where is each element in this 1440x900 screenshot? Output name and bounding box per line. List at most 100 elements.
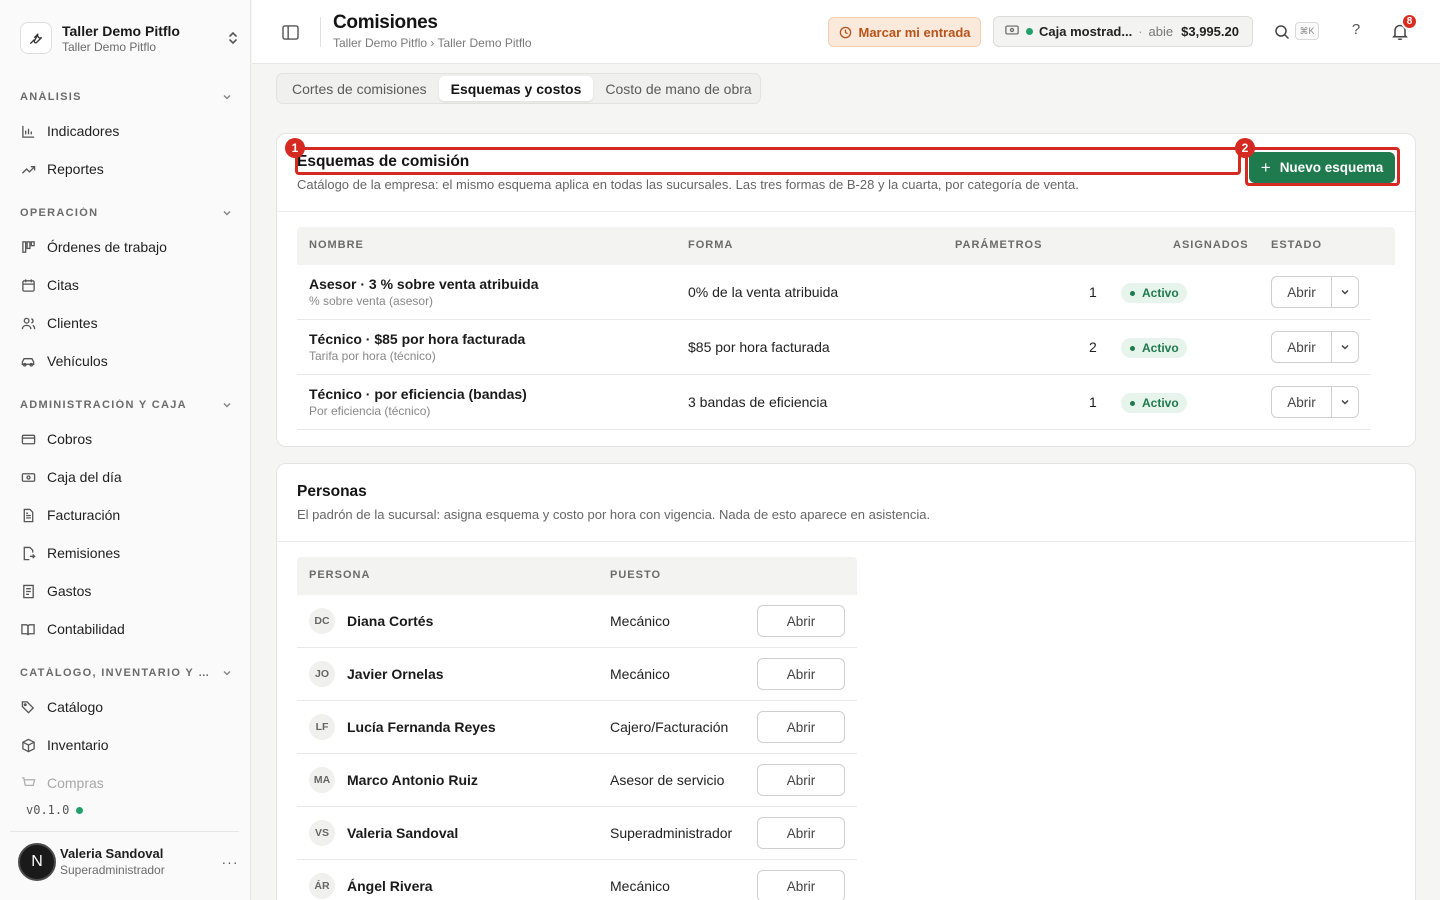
people-title: Personas <box>297 483 367 500</box>
open-button[interactable]: Abrir <box>757 817 845 849</box>
avatar: N <box>18 843 56 881</box>
person-name: Marco Antonio Ruiz <box>347 772 478 788</box>
shortcut-hint: ⌘K <box>1295 22 1319 40</box>
shopping-cart-icon <box>20 775 36 791</box>
sidebar-item-clientes[interactable]: Clientes <box>20 309 232 337</box>
bar-chart-icon <box>20 123 36 139</box>
section-header-operacion[interactable]: OPERACIÓN <box>20 205 232 221</box>
sidebar-item-catalogo[interactable]: Catálogo <box>20 693 232 721</box>
credit-card-icon <box>20 431 36 447</box>
open-button[interactable]: Abrir <box>1272 387 1332 417</box>
scheme-assigned: 1 <box>1089 394 1097 410</box>
sidebar-item-inventario[interactable]: Inventario <box>20 731 232 759</box>
schemes-table: NOMBRE FORMA PARÁMETROS ASIGNADOS ESTADO… <box>297 227 1395 431</box>
sidebar: Taller Demo Pitflo Taller Demo Pitflo AN… <box>0 0 251 900</box>
person-role: Mecánico <box>610 666 670 682</box>
people-card: Personas El padrón de la sucursal: asign… <box>276 463 1416 900</box>
col-persona: PERSONA <box>309 569 371 581</box>
open-split-button[interactable]: Abrir <box>1271 276 1359 308</box>
open-button[interactable]: Abrir <box>1272 277 1332 307</box>
receipt-icon <box>20 583 36 599</box>
chevrons-up-down-icon <box>226 28 240 48</box>
open-button[interactable]: Abrir <box>1272 332 1332 362</box>
tab-esquemas[interactable]: Esquemas y costos <box>438 76 594 101</box>
search-icon[interactable] <box>1272 22 1292 42</box>
marker-2: 2 <box>1235 138 1255 158</box>
sidebar-item-reportes[interactable]: Reportes <box>20 155 232 183</box>
tab-bar: Cortes de comisiones Esquemas y costos C… <box>276 73 761 104</box>
tab-cortes[interactable]: Cortes de comisiones <box>280 76 439 101</box>
trending-up-icon <box>20 161 36 177</box>
chevron-down-icon <box>223 670 231 676</box>
book-open-icon <box>20 621 36 637</box>
sidebar-item-vehiculos[interactable]: Vehículos <box>20 347 232 375</box>
scheme-assigned: 2 <box>1089 339 1097 355</box>
sidebar-item-indicadores[interactable]: Indicadores <box>20 117 232 145</box>
file-text-icon <box>20 507 36 523</box>
sidebar-item-gastos[interactable]: Gastos <box>20 577 232 605</box>
cash-register-selector[interactable]: Caja mostrad... · abie $3,995.20 <box>993 16 1253 47</box>
avatar: MA <box>309 767 335 793</box>
open-button[interactable]: Abrir <box>757 605 845 637</box>
divider <box>277 541 1415 542</box>
table-row: Asesor · 3 % sobre venta atribuida % sob… <box>297 265 1371 320</box>
table-header: PERSONA PUESTO <box>297 557 857 595</box>
tab-costo-mano-obra[interactable]: Costo de mano de obra <box>593 76 763 101</box>
org-switcher[interactable]: Taller Demo Pitflo Taller Demo Pitflo <box>20 18 240 58</box>
notification-count-badge: 8 <box>1401 13 1418 30</box>
status-badge: Activo <box>1121 283 1187 303</box>
open-split-button[interactable]: Abrir <box>1271 331 1359 363</box>
table-header: NOMBRE FORMA PARÁMETROS ASIGNADOS ESTADO <box>297 227 1395 265</box>
scheme-type: % sobre venta (asesor) <box>309 294 434 308</box>
org-name: Taller Demo Pitflo <box>62 22 180 39</box>
col-asignados: ASIGNADOS <box>1173 239 1249 251</box>
sidebar-toggle-icon[interactable] <box>281 23 299 41</box>
person-role: Cajero/Facturación <box>610 719 729 735</box>
open-button[interactable]: Abrir <box>757 711 845 743</box>
chevron-down-icon <box>223 94 231 100</box>
sidebar-item-citas[interactable]: Citas <box>20 271 232 299</box>
open-button[interactable]: Abrir <box>757 764 845 796</box>
avatar: DC <box>309 608 335 634</box>
table-row: LF Lucía Fernanda Reyes Cajero/Facturaci… <box>297 701 857 754</box>
sidebar-item-facturacion[interactable]: Facturación <box>20 501 232 529</box>
scheme-name: Técnico · $85 por hora facturada <box>309 331 526 347</box>
table-row: DC Diana Cortés Mecánico Abrir <box>297 595 857 648</box>
banknote-icon <box>1005 24 1019 39</box>
sidebar-item-compras[interactable]: Compras <box>20 769 232 797</box>
scheme-name: Técnico · por eficiencia (bandas) <box>309 386 527 402</box>
sidebar-item-cobros[interactable]: Cobros <box>20 425 232 453</box>
col-puesto: PUESTO <box>610 569 662 581</box>
divider <box>10 831 239 832</box>
open-split-button[interactable]: Abrir <box>1271 386 1359 418</box>
scheme-type: Por eficiencia (técnico) <box>309 404 431 418</box>
file-export-icon <box>20 545 36 561</box>
open-button[interactable]: Abrir <box>757 658 845 690</box>
highlight-box-1 <box>295 147 1241 175</box>
car-icon <box>20 353 36 369</box>
chevron-down-icon[interactable] <box>1332 277 1358 307</box>
chevron-down-icon[interactable] <box>1332 387 1358 417</box>
table-row: ÁR Ángel Rivera Mecánico Abrir <box>297 860 857 900</box>
more-icon[interactable]: ··· <box>220 854 240 870</box>
status-badge: Activo <box>1121 338 1187 358</box>
package-icon <box>20 737 36 753</box>
section-header-administracion[interactable]: ADMINISTRACIÓN Y CAJA <box>20 397 232 413</box>
sidebar-item-caja[interactable]: Caja del día <box>20 463 232 491</box>
help-icon[interactable]: ? <box>1346 21 1366 41</box>
open-button[interactable]: Abrir <box>757 870 845 900</box>
chevron-down-icon[interactable] <box>1332 332 1358 362</box>
org-branch: Taller Demo Pitflo <box>62 39 157 54</box>
sidebar-item-remisiones[interactable]: Remisiones <box>20 539 232 567</box>
sidebar-item-ordenes[interactable]: Órdenes de trabajo <box>20 233 232 261</box>
section-header-catalogo[interactable]: CATÁLOGO, INVENTARIO Y CO... <box>20 665 232 681</box>
scheme-assigned: 1 <box>1089 284 1097 300</box>
breadcrumb: Taller Demo Pitflo › Taller Demo Pitflo <box>333 36 532 50</box>
user-menu[interactable]: N Valeria Sandoval Superadministrador ··… <box>18 842 240 882</box>
marker-1: 1 <box>285 138 305 158</box>
chevron-down-icon <box>223 402 231 408</box>
clock-in-button[interactable]: Marcar mi entrada <box>828 17 981 47</box>
section-header-analisis[interactable]: ANÁLISIS <box>20 89 232 105</box>
sidebar-item-contabilidad[interactable]: Contabilidad <box>20 615 232 643</box>
col-forma: FORMA <box>688 239 734 251</box>
